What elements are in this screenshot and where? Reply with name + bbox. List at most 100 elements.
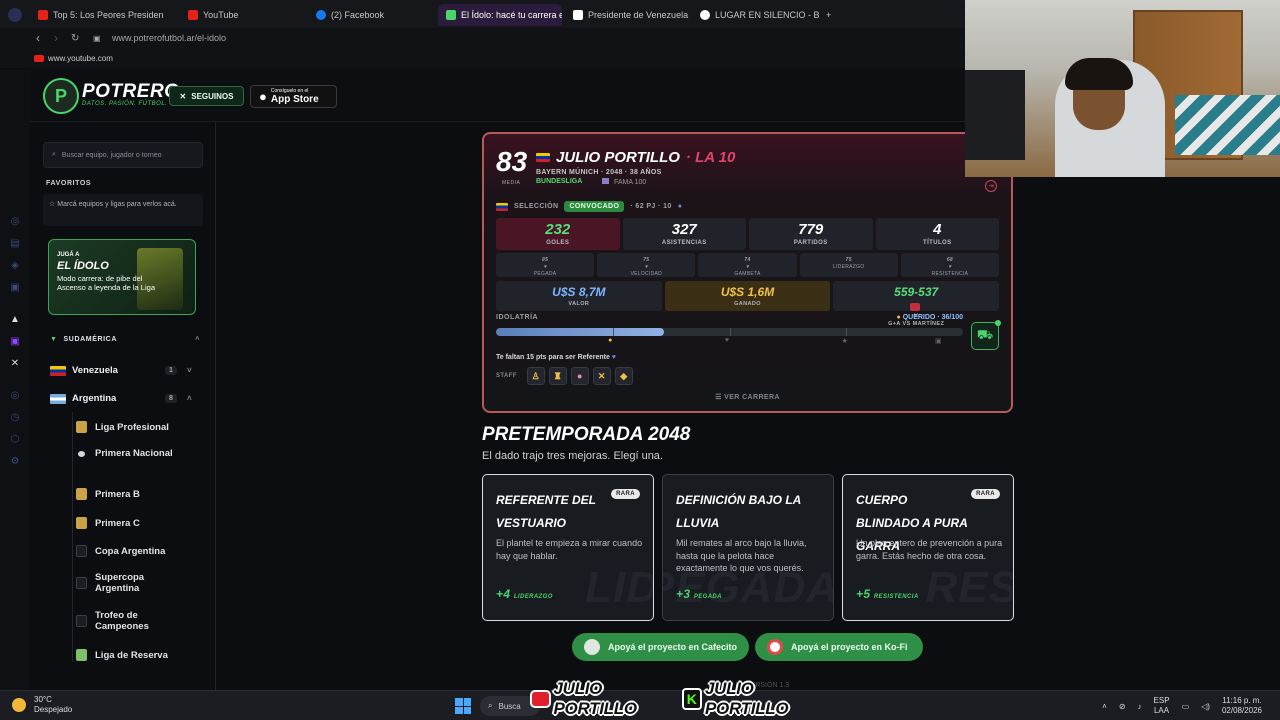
el-idolo-promo[interactable]: JUGÁ A EL ÍDOLO Modo carrera: de pibe de… (48, 239, 196, 315)
card-watermark: LID (585, 563, 654, 612)
attr-value: 75 (845, 257, 852, 263)
kick-icon: K (681, 688, 703, 710)
stat-goals: 232 GOLES (496, 218, 620, 250)
x-icon[interactable]: ✕ (9, 358, 21, 370)
network-off-icon[interactable]: ⊘ (1119, 702, 1126, 711)
webcam-hair (1065, 58, 1133, 90)
chevron-up-icon[interactable]: ˄ (1102, 702, 1107, 711)
league-item[interactable]: Liga de Reserva (76, 649, 186, 661)
country-venezuela[interactable]: Venezuela 1 ˅ (50, 365, 200, 376)
player-role: · LA 10 (685, 149, 736, 166)
chevron-up-icon[interactable]: ˄ (195, 336, 200, 343)
tab-facebook[interactable]: (2) Facebook (308, 4, 433, 26)
rail-icon[interactable]: ▤ (9, 238, 21, 250)
rail-icon[interactable]: ◷ (9, 412, 21, 424)
follow-button[interactable]: ✕ SEGUINOS (169, 86, 244, 106)
bonus-stat: RESISTENCIA (873, 594, 919, 600)
country-label: Venezuela (72, 365, 118, 376)
swords-icon[interactable]: ✕ (592, 367, 611, 385)
display-icon[interactable]: ▭ (1182, 702, 1190, 711)
tab-wikipedia[interactable]: Presidente de Venezuela - (565, 4, 690, 26)
upgrade-choice-card[interactable]: LID REFERENTE DEL VESTUARIO RARA El plan… (482, 474, 654, 621)
league-label: Trofeo de Campeones (95, 610, 149, 632)
tab-google[interactable]: LUGAR EN SILENCIO - Bus (692, 4, 820, 26)
league-item[interactable]: Primera C (76, 517, 186, 529)
language-indicator[interactable]: ESP LAA (1154, 696, 1170, 716)
potrero-logo[interactable]: P (43, 78, 79, 114)
whistle-icon[interactable]: ♙ (526, 367, 545, 385)
league-item[interactable]: Trofeo de Campeones (76, 610, 186, 632)
league-item[interactable]: Primera Nacional (76, 448, 186, 459)
youtube-icon (530, 690, 551, 708)
shield-icon[interactable]: ◆ (614, 367, 633, 385)
view-career-button[interactable]: ☰ VER CARRERA (484, 393, 1011, 401)
browser-profile-icon[interactable] (8, 8, 22, 22)
promo-line3: Modo carrera: de pibe del Ascenso a leye… (57, 274, 155, 292)
league-item[interactable]: Copa Argentina (76, 545, 186, 557)
mic-icon[interactable]: ♪ (1138, 702, 1142, 711)
chevron-down-icon[interactable]: ˅ (187, 366, 192, 375)
rail-icon[interactable]: ▣ (9, 282, 21, 294)
app-store-button[interactable]: ● Consíguelo en el App Store (250, 85, 337, 108)
weather-widget[interactable]: 30°C Despejado (12, 695, 72, 715)
potrero-icon (446, 10, 456, 20)
back-icon[interactable]: ‹ (36, 31, 40, 45)
tab-el-idolo[interactable]: El Ídolo: hacé tu carrera en (438, 4, 562, 26)
star-icon: ★ (841, 338, 848, 345)
rail-icon[interactable]: ◎ (9, 216, 21, 228)
money-label: GANADO (734, 301, 761, 307)
shop-button[interactable]: ⛟ (971, 320, 1001, 350)
brain-icon[interactable]: ● (570, 367, 589, 385)
forward-icon[interactable]: › (54, 31, 58, 45)
arrow-down-icon: ▾ (543, 264, 547, 270)
progress-tick (846, 328, 848, 336)
promo-line2: EL ÍDOLO (57, 260, 109, 272)
region-sudamerica[interactable]: ▼ SUDAMÉRICA ˄ (50, 336, 200, 343)
search-icon: ⌕ (488, 701, 493, 710)
url-field[interactable]: www.potrerofutbol.ar/el-idolo (112, 33, 226, 43)
tab-youtube[interactable]: YouTube (180, 4, 300, 26)
brand-name[interactable]: POTRERO (82, 81, 179, 103)
favorites-hint: ☆ Marcá equipos y ligas para verlos acá. (43, 194, 203, 226)
country-label: Argentina (72, 393, 117, 404)
league-item[interactable]: Supercopa Argentina (76, 572, 186, 594)
upgrade-choice-card[interactable]: RES CUERPO BLINDADO A PURA GARRA RARA Un… (842, 474, 1014, 621)
taskbar-search-label: Busca (498, 701, 521, 711)
rail-icon[interactable]: ◈ (9, 260, 21, 272)
league-label: Liga de Reserva (95, 649, 168, 661)
rail-icon[interactable]: ◎ (9, 390, 21, 402)
argentina-flag-icon (50, 393, 66, 404)
tab-label: El Ídolo: hacé tu carrera en (461, 10, 562, 20)
league-item[interactable]: Primera B (76, 488, 186, 500)
kick-letter: K (686, 691, 697, 707)
lock-icon: ▣ (93, 33, 101, 43)
league-item[interactable]: Liga Profesional (76, 421, 186, 433)
attr-value: 85 (542, 257, 549, 263)
rail-icon[interactable]: ⬡ (9, 434, 21, 446)
exit-icon[interactable]: ⇥ (985, 180, 997, 192)
search-icon: ⌕ (52, 151, 56, 158)
arc-icon[interactable]: ▲ (9, 314, 21, 326)
kofi-button[interactable]: Apoyá el proyecto en Ko-Fi (755, 633, 923, 661)
stat-matches: 779 PARTIDOS (749, 218, 873, 250)
tab-youtube-video[interactable]: Top 5: Los Peores Presiden (30, 4, 180, 26)
weather-desc: Despejado (34, 705, 73, 714)
staff-row: STAFF ♙ ♜ ● ✕ ◆ (496, 367, 633, 385)
upgrade-choice-card[interactable]: PEGADA DEFINICIÓN BAJO LA LLUVIA Mil rem… (662, 474, 834, 621)
cafecito-button[interactable]: Apoyá el proyecto en Cafecito (572, 633, 749, 661)
twitch-icon[interactable]: ▣ (9, 336, 21, 348)
bookmark-youtube[interactable]: www.youtube.com (48, 54, 113, 63)
settings-icon[interactable]: ⚙ (9, 456, 21, 468)
search-input[interactable]: ⌕ Buscar equipo, jugador o torneo (43, 142, 203, 168)
trophy-icon[interactable]: ♜ (548, 367, 567, 385)
weather-temp: 30°C (34, 695, 52, 704)
clock[interactable]: 11:16 p. m. 02/08/2026 (1222, 696, 1262, 716)
new-tab-button[interactable]: + (818, 4, 840, 26)
reload-icon[interactable]: ↻ (71, 33, 79, 44)
money-value: 559-537 (894, 285, 939, 299)
chevron-up-icon[interactable]: ˄ (187, 394, 192, 403)
volume-icon[interactable]: ◁) (1201, 702, 1210, 711)
attr-velocidad: 75 ▾ VELOCIDAD (597, 253, 696, 277)
country-argentina[interactable]: Argentina 8 ˄ (50, 393, 200, 404)
start-icon[interactable] (455, 698, 471, 714)
